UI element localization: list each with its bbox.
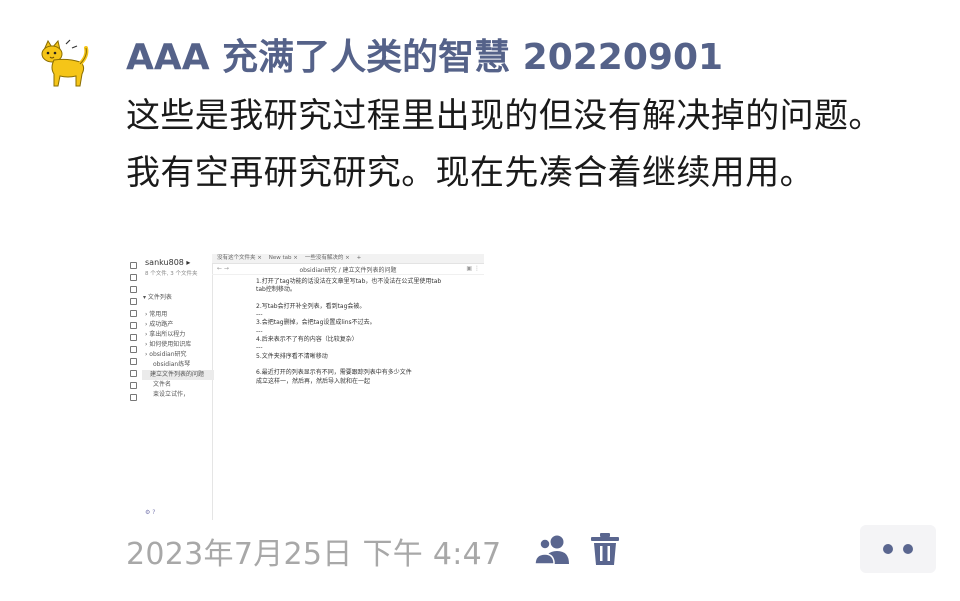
tree-item: 文件名 <box>153 381 172 388</box>
tree-item: › 成功路产 <box>145 321 174 328</box>
yellow-cat-avatar-icon <box>41 39 89 87</box>
doc-line: --- <box>256 344 263 352</box>
doc-line: 4.后来表示不了有的内容（比较复杂） <box>256 336 358 344</box>
doc-body: 1.打开了tag功能的话没法在文章里写tab，也不没法在公式里使用tab tab… <box>256 278 476 386</box>
file-tree: › 常用用 › 成功路产 › 拿出所以程力 › 如何使用知识库 › obsidi… <box>142 310 214 400</box>
more-dots-icon <box>883 544 893 554</box>
doc-line: 成立这样一，然后再，然后导入就和在一起 <box>256 377 371 385</box>
doc-line: --- <box>256 327 263 335</box>
doc-line <box>256 295 476 303</box>
doc-line: 3.会把tag删掉，会把tag设置成lins不过去。 <box>256 319 376 327</box>
doc-actions-icon: ▣ ⋮ <box>466 265 480 272</box>
screenshot-navbar: ← → obsidian研究 / 建立文件列表的问题 ▣ ⋮ <box>212 264 484 275</box>
doc-line: 5.文件夹排序看不清晰移动 <box>256 352 328 360</box>
more-button[interactable] <box>860 525 936 573</box>
tree-item: obsidian练琴 <box>153 361 191 368</box>
tree-item: 束设立试作， <box>153 391 190 398</box>
more-dots-icon <box>903 544 913 554</box>
tree-item: › 拿出所以程力 <box>145 331 186 338</box>
sidebar-footer: ⚙ ? <box>145 509 156 516</box>
tree-item: › 常用用 <box>145 311 168 318</box>
doc-line: 6.最近打开的列表显示有不同，需要跟踪列表中有多少文件 <box>256 369 412 377</box>
tab: New tab × <box>268 255 298 261</box>
screenshot-sidebar: sanku808 ▸ 8 个文件, 3 个文件夹 ▾ 文件列表 › 常用用 › … <box>140 254 214 520</box>
tab: + <box>356 255 362 261</box>
tree-item: › obsidian研究 <box>145 351 187 358</box>
tab: 没有这个文件夹 × <box>217 255 262 261</box>
screenshot-ribbon <box>126 254 140 520</box>
vault-name: sanku808 ▸ <box>145 258 191 267</box>
doc-line: tab控制移动。 <box>256 286 296 294</box>
author-name[interactable]: AAA 充满了人类的智慧 20220901 <box>126 28 723 80</box>
file-list-section: ▾ 文件列表 <box>143 294 172 301</box>
avatar[interactable] <box>36 36 92 92</box>
people-icon[interactable] <box>533 533 573 567</box>
attached-screenshot[interactable]: sanku808 ▸ 8 个文件, 3 个文件夹 ▾ 文件列表 › 常用用 › … <box>126 254 484 520</box>
doc-line: 2.写tab会打开补全列表，看到tag会被。 <box>256 302 366 310</box>
doc-title: obsidian研究 / 建立文件列表的问题 <box>299 267 397 274</box>
tree-item: › 如何使用知识库 <box>145 341 192 348</box>
files-info: 8 个文件, 3 个文件夹 <box>145 271 198 277</box>
tree-item-active: 建立文件列表的问题 <box>142 370 214 380</box>
screenshot-tabs: 没有这个文件夹 × New tab × 一些没有解决的 × + <box>212 254 484 264</box>
post-text: 这些是我研究过程里出现的但没有解决掉的问题。我有空再研究研究。现在先凑合着继续用… <box>126 96 883 193</box>
post-timestamp: 2023年7月25日 下午 4:47 <box>126 537 502 572</box>
trash-icon[interactable] <box>589 531 621 567</box>
tab: 一些没有解决的 × <box>304 255 350 261</box>
